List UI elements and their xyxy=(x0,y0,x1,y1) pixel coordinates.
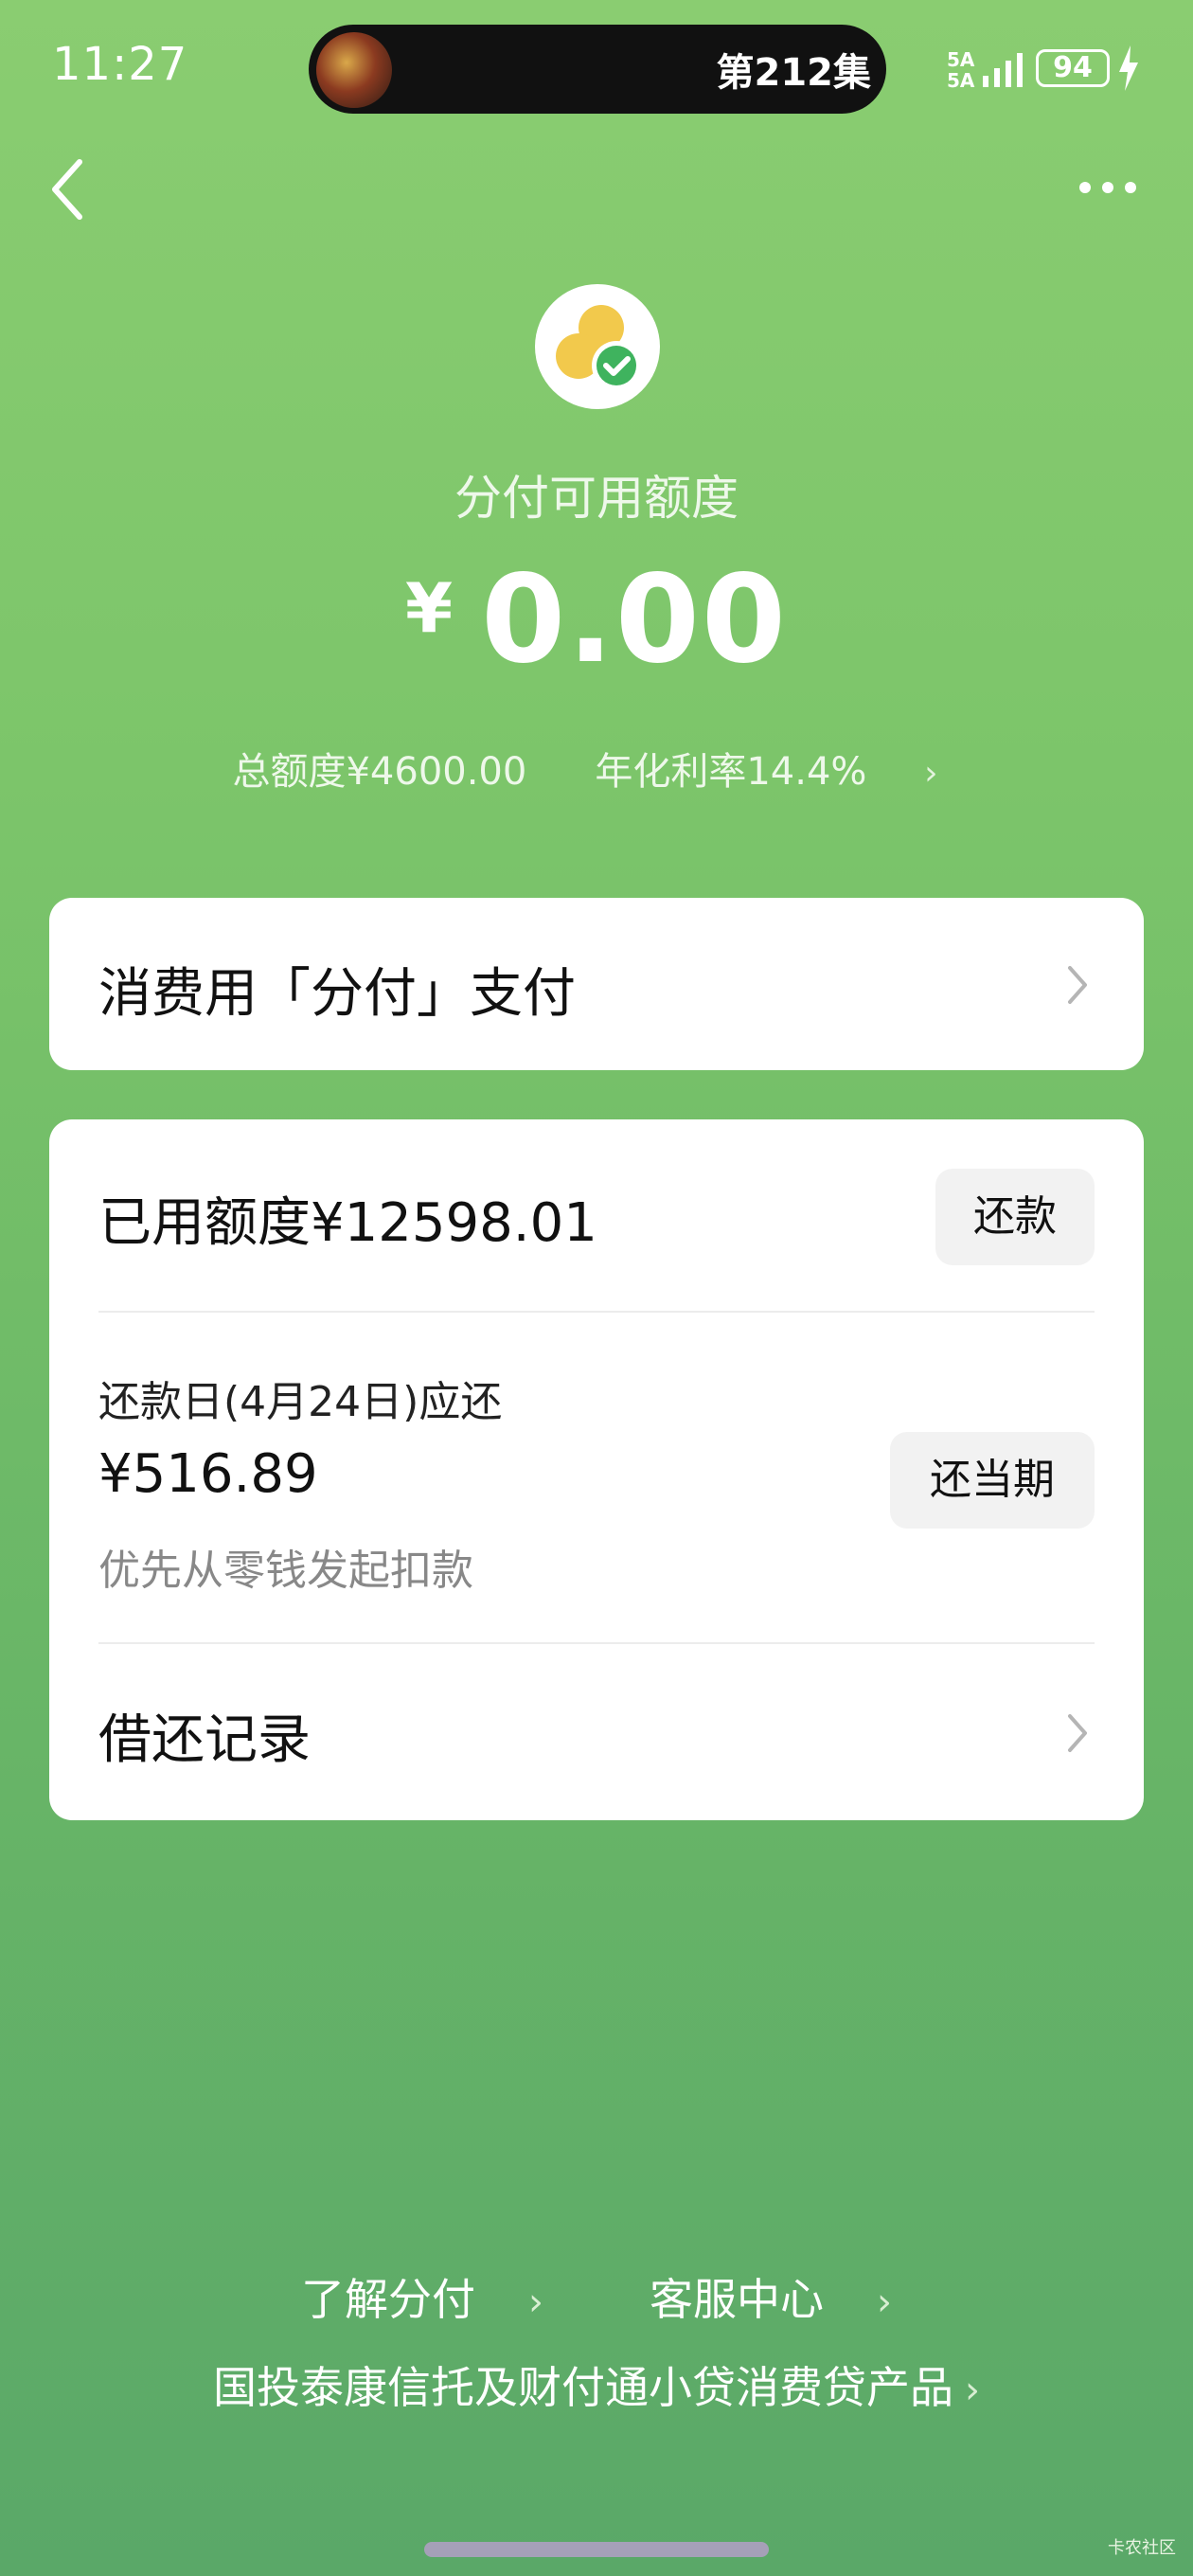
live-activity-text: 第212集 xyxy=(716,51,872,95)
more-dots-icon[interactable] xyxy=(1077,176,1138,199)
footer-links: 了解分付 › 客服中心 › xyxy=(0,2265,1193,2328)
learn-fenfu-link[interactable]: 了解分付 › xyxy=(275,2274,570,2325)
records-label: 借还记录 xyxy=(98,1709,311,1771)
pay-with-fenfu-label: 消费用「分付」支付 xyxy=(98,963,576,1025)
annual-rate-link[interactable]: 年化利率14.4% › xyxy=(572,750,960,794)
status-time: 11:27 xyxy=(52,38,188,91)
due-amount: ¥516.89 xyxy=(98,1443,318,1505)
chevron-right-icon xyxy=(1068,1714,1087,1752)
dynamic-island-live-activity[interactable]: 第212集 xyxy=(309,25,886,114)
battery-indicator: 94 xyxy=(1036,49,1110,87)
chevron-right-icon: › xyxy=(528,2281,543,2324)
chevron-right-icon: › xyxy=(924,754,938,793)
home-indicator[interactable] xyxy=(424,2542,769,2557)
available-amount: ¥0.00 xyxy=(0,549,1193,690)
deduct-note: 优先从零钱发起扣款 xyxy=(98,1547,473,1595)
quota-meta: 总额度¥4600.00 年化利率14.4% › xyxy=(0,741,1193,796)
chevron-right-icon: › xyxy=(877,2281,892,2324)
divider xyxy=(98,1311,1095,1313)
signal-indicator: 5A 5A xyxy=(947,49,974,91)
chevron-right-icon: › xyxy=(965,2369,980,2412)
learn-fenfu-text: 了解分付 xyxy=(301,2274,475,2325)
repay-button[interactable]: 还款 xyxy=(935,1169,1095,1265)
total-quota: 总额度¥4600.00 xyxy=(232,750,527,794)
signal-top-label: 5A xyxy=(947,48,975,71)
available-value: 0.00 xyxy=(481,549,788,690)
repay-current-period-button[interactable]: 还当期 xyxy=(890,1432,1095,1529)
product-info-link[interactable]: 国投泰康信托及财付通小贷消费贷产品 › xyxy=(0,2353,1193,2416)
annual-rate-text: 年化利率14.4% xyxy=(595,750,867,794)
product-info-text: 国投泰康信托及财付通小贷消费贷产品 xyxy=(213,2362,953,2413)
customer-service-link[interactable]: 客服中心 › xyxy=(623,2274,918,2325)
signal-bars-icon xyxy=(983,53,1023,87)
due-date-label: 还款日(4月24日)应还 xyxy=(98,1378,503,1426)
back-chevron-icon[interactable] xyxy=(45,156,93,223)
available-quota-title: 分付可用额度 xyxy=(454,471,739,526)
pay-with-fenfu-row[interactable]: 消费用「分付」支付 xyxy=(49,898,1144,1070)
chevron-right-icon xyxy=(1068,966,1087,1004)
currency-symbol: ¥ xyxy=(405,568,454,648)
used-quota-label: 已用额度¥12598.01 xyxy=(98,1192,597,1254)
borrow-repay-records-row[interactable]: 借还记录 xyxy=(49,1644,1144,1820)
fenfu-logo-icon xyxy=(535,284,660,409)
usage-card: 已用额度¥12598.01 还款 还款日(4月24日)应还 ¥516.89 优先… xyxy=(49,1119,1144,1820)
customer-service-text: 客服中心 xyxy=(650,2274,824,2325)
signal-bottom-label: 5A xyxy=(947,69,975,92)
watermark: 卡农社区 xyxy=(1108,2538,1176,2558)
charging-bolt-icon xyxy=(1119,45,1138,91)
video-thumbnail-icon xyxy=(316,32,392,108)
